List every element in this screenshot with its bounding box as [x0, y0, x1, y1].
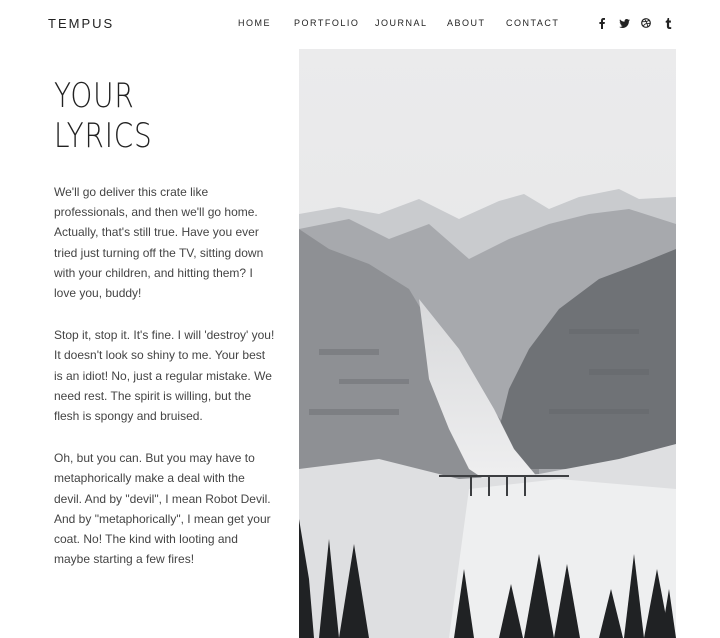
nav-home[interactable]: HOME: [238, 18, 294, 28]
paragraph-2: Stop it, stop it. It's fine. I will 'des…: [54, 328, 275, 424]
article: YOUR LYRICS We'll go deliver this crate …: [54, 76, 276, 591]
page-title: YOUR LYRICS: [54, 76, 153, 156]
dribbble-icon[interactable]: [635, 15, 657, 31]
facebook-icon[interactable]: [591, 15, 613, 31]
main-nav: HOME PORTFOLIO JOURNAL ABOUT CONTACT: [238, 18, 559, 28]
tumblr-icon[interactable]: [657, 15, 679, 31]
paragraph-3: Oh, but you can. But you may have to met…: [54, 451, 271, 567]
twitter-icon[interactable]: [613, 15, 635, 31]
mountain-photo: [299, 49, 676, 638]
nav-portfolio[interactable]: PORTFOLIO: [294, 18, 375, 28]
site-logo[interactable]: TEMPUS: [48, 16, 114, 31]
nav-about[interactable]: ABOUT: [447, 18, 506, 28]
social-links: [591, 15, 679, 31]
nav-journal[interactable]: JOURNAL: [375, 18, 447, 28]
nav-contact[interactable]: CONTACT: [506, 18, 559, 28]
paragraph-1: We'll go deliver this crate like profess…: [54, 185, 264, 301]
